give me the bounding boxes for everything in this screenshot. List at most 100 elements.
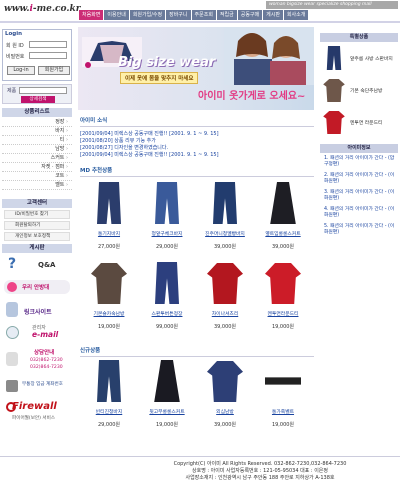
special-item[interactable]: 멘투면 라운드티 — [320, 106, 398, 138]
category-shirt[interactable]: 남방 — [2, 145, 72, 154]
product-card[interactable]: 빈티진청바지 29,000원 — [80, 358, 138, 428]
product-card[interactable]: 진주머니청멜빵바지 39,000원 — [196, 180, 254, 250]
nav-cart[interactable]: 장바구니 — [166, 10, 191, 20]
product-name[interactable]: 통기지바지 — [80, 230, 138, 237]
product-image[interactable] — [205, 358, 245, 404]
category-jacket[interactable]: 자켓 · 점퍼 — [2, 163, 72, 172]
special-item-name[interactable]: 기본 숙단추남방 — [350, 87, 396, 94]
product-card[interactable]: 외심남방 39,000원 — [196, 358, 254, 428]
product-card[interactable]: 멘투면라운드티 19,000원 — [254, 260, 312, 330]
product-image[interactable] — [205, 260, 245, 306]
product-image[interactable] — [147, 358, 187, 404]
product-image[interactable] — [263, 260, 303, 306]
product-name[interactable]: 스판투버튼정장 — [138, 310, 196, 317]
category-suit[interactable]: 정장 — [2, 118, 72, 127]
main-banner[interactable]: Big size wear 이제 옷에 몸을 맞추지 마세요 아이미 옷가게로 … — [78, 27, 314, 110]
nav-order[interactable]: 주문조회 — [191, 10, 216, 20]
product-name[interactable]: 멘투면라운드티 — [254, 310, 312, 317]
nav-home[interactable]: 처음화면 — [79, 10, 104, 20]
privacy-policy-button[interactable]: 개인정보 보호정책 — [4, 232, 70, 241]
link-site-banner[interactable]: 링크사이트 — [4, 302, 70, 318]
tip-item[interactable]: 5. 패션의 거리 아이미가 간다 - (이화원편) — [324, 224, 396, 236]
md-products-grid: 통기지바지 27,000원 청앞구체크바지 29,000원 진주머니청멜빵바지 39,00… — [80, 180, 314, 340]
category-skirt[interactable]: 스커트 — [2, 154, 72, 163]
product-image-frame[interactable] — [263, 180, 303, 228]
product-image[interactable] — [322, 76, 346, 104]
detail-search-button[interactable]: 상세검색 — [21, 96, 55, 103]
nav-points[interactable]: 적립금 — [216, 10, 237, 20]
tip-item[interactable]: 3. 패션의 거리 아이미가 간다 - (이화원편) — [324, 190, 396, 202]
password-input[interactable] — [29, 52, 67, 59]
special-item[interactable]: 기본 숙단추남방 — [320, 74, 398, 106]
product-name[interactable]: 빈티진청바지 — [80, 408, 138, 415]
product-image[interactable] — [263, 358, 303, 404]
product-image[interactable] — [322, 44, 346, 72]
product-image[interactable] — [147, 180, 187, 226]
product-card[interactable]: 옆트임롱롱스커트 39,000원 — [254, 180, 312, 250]
admin-email-banner[interactable]: 관리자 e-mail — [4, 324, 70, 342]
login-button[interactable]: Log-in — [7, 66, 35, 75]
product-card[interactable]: 통가죽벨트 19,000원 — [254, 358, 312, 428]
category-pants[interactable]: 바지 — [2, 127, 72, 136]
product-image-frame[interactable] — [263, 358, 303, 406]
product-image[interactable] — [89, 180, 129, 226]
nav-join[interactable]: 회원가입/수정 — [129, 10, 166, 20]
news-item[interactable]: [2001/08/20] 상품 리뷰 기능 추가 — [80, 138, 314, 145]
product-name[interactable]: 차이나셔츠리 — [196, 310, 254, 317]
product-name[interactable]: 청앞구체크바지 — [138, 230, 196, 237]
product-image-frame[interactable] — [147, 180, 187, 228]
product-image[interactable] — [147, 260, 187, 306]
withdraw-button[interactable]: 회원탈퇴하기 — [4, 221, 70, 230]
product-card[interactable]: 기본숄카숙남방 19,000원 — [80, 260, 138, 330]
product-card[interactable]: 스판투버튼정장 99,000원 — [138, 260, 196, 330]
firewall-banner[interactable]: Firewall 파이어월(보안) 서비스 — [4, 400, 70, 424]
product-card[interactable]: 청앞구체크바지 29,000원 — [138, 180, 196, 250]
product-name[interactable]: 진주머니청멜빵바지 — [196, 230, 254, 237]
product-image[interactable] — [263, 180, 303, 226]
category-coat[interactable]: 코트 — [2, 172, 72, 181]
special-item-name[interactable]: 앞주름 사방 스판바지 — [350, 55, 396, 62]
product-name[interactable]: 기본숄카숙남방 — [80, 310, 138, 317]
product-card[interactable]: 뒷고무롱롱스커트 19,000원 — [138, 358, 196, 428]
join-button[interactable]: 회원가입 — [38, 66, 70, 75]
product-image-frame[interactable] — [147, 358, 187, 406]
news-item[interactable]: [2001/09/04] 미렉스상 공동구매 진행!! [2001. 9. 1 … — [80, 152, 314, 159]
product-image-frame[interactable] — [89, 260, 129, 308]
category-tee[interactable]: 티 — [2, 136, 72, 145]
site-logo[interactable]: www.i-me.co.kr — [4, 4, 80, 14]
tip-item[interactable]: 1. 패션의 거리 아이미가 간다 - (압구정편) — [324, 156, 396, 168]
tip-item[interactable]: 4. 패션의 거리 아이미가 간다 - (이화원편) — [324, 207, 396, 219]
product-image-frame[interactable] — [205, 260, 245, 308]
product-image[interactable] — [89, 260, 129, 306]
news-item[interactable]: [2001/08/27] 디자인을 변경하였습니다. — [80, 145, 314, 152]
product-name[interactable]: 옆트임롱롱스커트 — [254, 230, 312, 237]
nav-guide[interactable]: 이용안내 — [104, 10, 129, 20]
product-name[interactable]: 통가죽벨트 — [254, 408, 312, 415]
product-name[interactable]: 외심남방 — [196, 408, 254, 415]
product-image-frame[interactable] — [147, 260, 187, 308]
special-item-name[interactable]: 멘투면 라운드티 — [350, 119, 396, 126]
product-image-frame[interactable] — [89, 180, 129, 228]
product-card[interactable]: 차이나셔츠리 39,000원 — [196, 260, 254, 330]
product-image-frame[interactable] — [205, 358, 245, 406]
nav-board[interactable]: 게시판 — [263, 10, 283, 20]
id-input[interactable] — [29, 41, 67, 48]
nanum-banner[interactable]: 우리 안방대 — [4, 280, 70, 294]
news-item[interactable]: [2001/09/04] 미렉스상 공동구매 진행!! [2001. 9. 1 … — [80, 131, 314, 138]
product-image-frame[interactable] — [205, 180, 245, 228]
product-image-frame[interactable] — [89, 358, 129, 406]
qa-board-link[interactable]: ? Q&A — [6, 256, 70, 276]
product-image[interactable] — [205, 180, 245, 226]
product-name[interactable]: 뒷고무롱롱스커트 — [138, 408, 196, 415]
category-belt[interactable]: 벨트 — [2, 181, 72, 190]
special-item[interactable]: 앞주름 사방 스판바지 — [320, 42, 398, 74]
product-image-frame[interactable] — [263, 260, 303, 308]
search-input[interactable] — [19, 87, 67, 94]
tip-item[interactable]: 2. 패션의 거리 아이미가 간다 - (이화원편) — [324, 173, 396, 185]
nav-company[interactable]: 회사소개 — [283, 10, 309, 20]
find-id-button[interactable]: ID/비밀번호 찾기 — [4, 210, 70, 219]
product-image[interactable] — [89, 358, 129, 404]
product-card[interactable]: 통기지바지 27,000원 — [80, 180, 138, 250]
product-image[interactable] — [322, 108, 346, 136]
nav-group-buy[interactable]: 공동구매 — [237, 10, 263, 20]
